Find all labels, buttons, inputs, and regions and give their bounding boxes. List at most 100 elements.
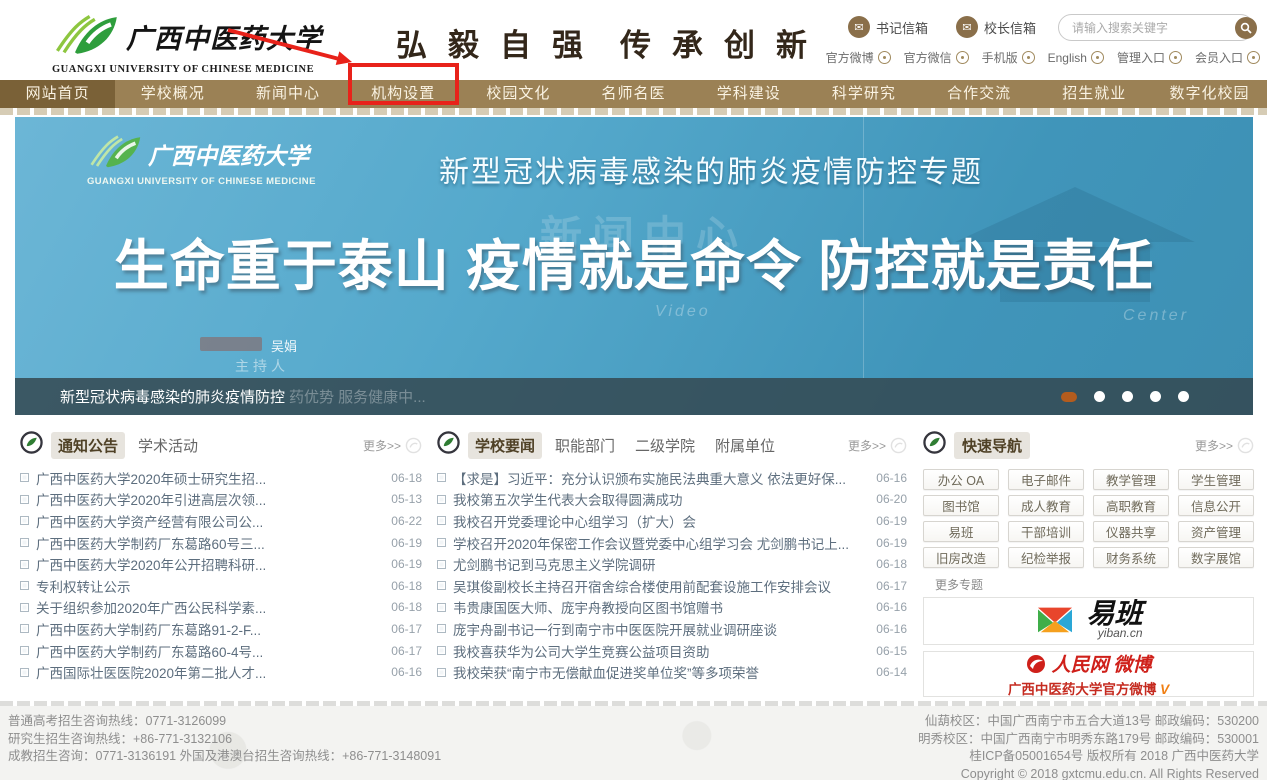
mailbox-links: ✉ 书记信箱 ✉ 校长信箱 <box>848 16 1036 38</box>
nav-item[interactable]: 数字化校园 <box>1152 80 1267 108</box>
nav-item[interactable]: 合作交流 <box>922 80 1037 108</box>
notice-item[interactable]: 广西中医药大学资产经营有限公司公... 06-22 <box>20 510 422 532</box>
quick-nav-more-link[interactable]: 更多>> <box>1195 437 1254 454</box>
news-item[interactable]: 吴琪俊副校长主持召开宿舍综合楼使用前配套设施工作安排会议 06-17 <box>437 575 907 597</box>
footer-hotline-line: 普通高考招生咨询热线：0771-3126099 <box>8 713 441 731</box>
notices-panel: 通知公告学术活动 更多>> 广西中医药大学2020年硕士研究生招... 06-1… <box>20 430 422 683</box>
nav-item[interactable]: 学科建设 <box>691 80 806 108</box>
carousel-dot[interactable] <box>1150 391 1161 402</box>
notice-item[interactable]: 广西中医药大学制药厂东葛路60号三... 06-19 <box>20 532 422 554</box>
quick-nav-button[interactable]: 学生管理 <box>1178 469 1254 490</box>
nav-item[interactable]: 科学研究 <box>806 80 921 108</box>
stamp-icon <box>1237 437 1254 454</box>
quick-nav-button[interactable]: 干部培训 <box>1008 521 1084 542</box>
carousel-dot[interactable] <box>1178 391 1189 402</box>
news-tab[interactable]: 学校要闻 <box>468 432 542 459</box>
notice-item[interactable]: 关于组织参加2020年广西公民科学素... 06-18 <box>20 597 422 619</box>
nav-item[interactable]: 招生就业 <box>1037 80 1152 108</box>
header-quick-link[interactable]: 官方微信 <box>904 49 969 66</box>
news-item[interactable]: 我校第五次学生代表大会取得圆满成功 06-20 <box>437 489 907 511</box>
quick-nav-button[interactable]: 高职教育 <box>1093 495 1169 516</box>
leaf-logo-icon-white <box>87 133 143 174</box>
notice-item[interactable]: 广西中医药大学2020年公开招聘科研... 06-19 <box>20 553 422 575</box>
news-more-link[interactable]: 更多>> <box>848 437 907 454</box>
quick-nav-button[interactable]: 资产管理 <box>1178 521 1254 542</box>
quick-nav-button[interactable]: 电子邮件 <box>1008 469 1084 490</box>
news-item[interactable]: 学校召开2020年保密工作会议暨党委中心组学习会 尤剑鹏书记上... 06-19 <box>437 532 907 554</box>
header-quick-link[interactable]: 管理入口 <box>1117 49 1182 66</box>
nav-item[interactable]: 机构设置 <box>346 80 461 108</box>
notice-item[interactable]: 广西中医药大学2020年硕士研究生招... 06-18 <box>20 467 422 489</box>
carousel-dot[interactable] <box>1094 391 1105 402</box>
notice-item[interactable]: 广西中医药大学2020年引进高层次领... 05-13 <box>20 489 422 511</box>
notices-tab[interactable]: 学术活动 <box>131 432 205 459</box>
list-bullet-icon <box>437 668 446 677</box>
list-bullet-icon <box>20 624 29 633</box>
nav-item[interactable]: 名师名医 <box>576 80 691 108</box>
quick-nav-button[interactable]: 旧房改造 <box>923 547 999 568</box>
news-item[interactable]: 尤剑鹏书记到马克思主义学院调研 06-18 <box>437 553 907 575</box>
list-bullet-icon <box>20 495 29 504</box>
notice-item[interactable]: 广西国际壮医医院2020年第二批人才... 06-16 <box>20 661 422 683</box>
search-input[interactable] <box>1059 21 1235 35</box>
host-name: 吴娟 <box>271 336 297 355</box>
quick-nav-button[interactable]: 办公 OA <box>923 469 999 490</box>
nav-item[interactable]: 新闻中心 <box>230 80 345 108</box>
news-item[interactable]: 韦贵康国医大师、庞宇舟教授向区图书馆赠书 06-16 <box>437 597 907 619</box>
secretary-mailbox-link[interactable]: ✉ 书记信箱 <box>848 16 928 38</box>
quick-nav-button[interactable]: 易班 <box>923 521 999 542</box>
banner-headline: 生命重于泰山 疫情就是命令 防控就是责任 <box>15 221 1253 301</box>
footer-address-line: 桂ICP备05001654号 版权所有 2018 广西中医药大学 <box>918 748 1259 766</box>
banner-watermark-en-left: Video <box>655 303 711 321</box>
header-quick-link[interactable]: 会员入口 <box>1195 49 1260 66</box>
quick-nav-button[interactable]: 数字展馆 <box>1178 547 1254 568</box>
peoples-daily-icon <box>1026 654 1046 674</box>
notice-item[interactable]: 专利权转让公示 06-18 <box>20 575 422 597</box>
quick-nav-button[interactable]: 教学管理 <box>1093 469 1169 490</box>
envelope-icon: ✉ <box>848 16 870 38</box>
nav-item[interactable]: 网站首页 <box>0 80 115 108</box>
news-item[interactable]: 【求是】习近平：充分认识颁布实施民法典重大意义 依法更好保... 06-16 <box>437 467 907 489</box>
banner-topic-title: 新型冠状病毒感染的肺炎疫情防控专题 <box>439 147 983 191</box>
news-item[interactable]: 庞宇舟副书记一行到南宁市中医医院开展就业调研座谈 06-16 <box>437 618 907 640</box>
header-quick-link[interactable]: 手机版 <box>982 49 1035 66</box>
hero-carousel[interactable]: 新闻中心 Video Center 广西中医药大学 GUANGXI UN <box>15 117 1253 415</box>
quick-nav-button[interactable]: 图书馆 <box>923 495 999 516</box>
nav-item[interactable]: 校园文化 <box>461 80 576 108</box>
more-topics-link[interactable]: 更多专题 <box>935 576 1254 593</box>
member-entry-icon <box>1247 51 1260 64</box>
carousel-dot[interactable] <box>1061 392 1077 402</box>
carousel-dot[interactable] <box>1122 391 1133 402</box>
yiban-banner[interactable]: 易班 yiban.cn <box>923 597 1254 645</box>
wechat-icon <box>956 51 969 64</box>
quick-nav-button[interactable]: 成人教育 <box>1008 495 1084 516</box>
list-bullet-icon <box>20 668 29 677</box>
logo-name-cn: 广西中医药大学 <box>126 17 322 56</box>
list-bullet-icon <box>437 538 446 547</box>
news-tab[interactable]: 二级学院 <box>628 432 702 459</box>
news-item[interactable]: 我校荣获“南宁市无偿献血促进奖单位奖”等多项荣誉 06-14 <box>437 661 907 683</box>
quick-nav-panel: 快速导航 更多>> 办公 OA电子邮件教学管理学生管理图书馆成人教育高职教育信息… <box>923 430 1254 697</box>
footer-address-line: Copyright © 2018 gxtcmu.edu.cn. All Righ… <box>918 766 1259 780</box>
news-item[interactable]: 我校召开党委理论中心组学习（扩大）会 06-19 <box>437 510 907 532</box>
quick-nav-button[interactable]: 仪器共享 <box>1093 521 1169 542</box>
quick-nav-button[interactable]: 纪检举报 <box>1008 547 1084 568</box>
notice-item[interactable]: 广西中医药大学制药厂东葛路91-2-F... 06-17 <box>20 618 422 640</box>
university-logo[interactable]: 广西中医药大学 GUANGXI UNIVERSITY OF CHINESE ME… <box>52 12 322 75</box>
weibo-banner[interactable]: 人民网 微博 广西中医药大学官方微博 V <box>923 651 1254 697</box>
header-quick-link[interactable]: 官方微博 <box>826 49 891 66</box>
carousel-dots <box>1061 391 1189 402</box>
quick-nav-button[interactable]: 财务系统 <box>1093 547 1169 568</box>
news-tab[interactable]: 职能部门 <box>548 432 622 459</box>
notices-more-link[interactable]: 更多>> <box>363 437 422 454</box>
yiban-name: 易班 <box>1086 602 1142 628</box>
notices-tab[interactable]: 通知公告 <box>51 432 125 459</box>
nav-item[interactable]: 学校概况 <box>115 80 230 108</box>
news-item[interactable]: 我校喜获华为公司大学生竞赛公益项目资助 06-15 <box>437 640 907 662</box>
search-button[interactable] <box>1235 17 1257 39</box>
news-tab[interactable]: 附属单位 <box>708 432 782 459</box>
notice-item[interactable]: 广西中医药大学制药厂东葛路60-4号... 06-17 <box>20 640 422 662</box>
quick-nav-button[interactable]: 信息公开 <box>1178 495 1254 516</box>
president-mailbox-link[interactable]: ✉ 校长信箱 <box>956 16 1036 38</box>
header-quick-link[interactable]: English <box>1048 49 1104 66</box>
